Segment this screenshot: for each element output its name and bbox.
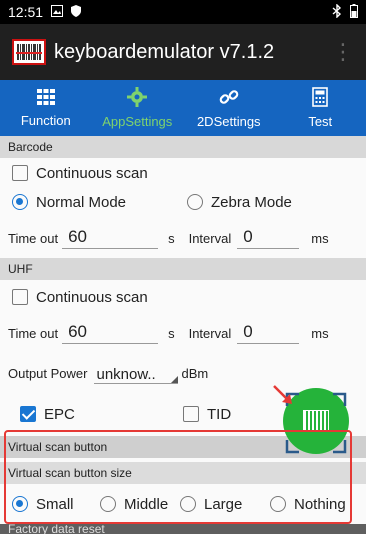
interval-label: Interval: [188, 325, 232, 341]
output-power-value: unknow..: [96, 366, 156, 383]
output-power-label: Output Power: [8, 365, 88, 381]
radio-label: Middle: [124, 495, 169, 513]
radio-label: Large: [204, 495, 243, 513]
radio-normal-mode[interactable]: Normal Mode: [12, 194, 187, 211]
radio-zebra-mode[interactable]: Zebra Mode: [187, 194, 292, 211]
tab-test[interactable]: Test: [275, 80, 366, 136]
tab-function[interactable]: Function: [0, 80, 92, 136]
checkbox[interactable]: [12, 165, 28, 181]
tab-label: Test: [308, 114, 333, 129]
timeout-label: Time out: [8, 230, 59, 246]
tid-option[interactable]: TID: [183, 406, 231, 423]
interval-unit: ms: [311, 325, 329, 341]
checkbox[interactable]: [12, 289, 28, 305]
barcode-logo-icon: [12, 39, 46, 65]
barcode-timing-row: Time out 60 s Interval 0 ms: [0, 226, 366, 250]
output-power-spinner[interactable]: unknow..: [93, 362, 178, 384]
radio-button[interactable]: [180, 496, 196, 512]
radio-button[interactable]: [270, 496, 286, 512]
battery-icon: [350, 3, 358, 21]
link-icon: [219, 87, 239, 112]
overflow-menu-icon[interactable]: ⋮: [332, 41, 354, 63]
status-right: [332, 2, 358, 21]
checkbox-label: Continuous scan: [36, 288, 148, 306]
timeout-input[interactable]: 60: [62, 227, 159, 249]
tab-label: Function: [20, 113, 71, 128]
status-time: 12:51: [8, 4, 44, 20]
output-power-unit: dBm: [181, 365, 209, 381]
timeout-unit: s: [168, 230, 175, 246]
section-header-factory-reset: Factory data reset: [0, 524, 366, 534]
radio-size-large[interactable]: Large: [180, 496, 270, 513]
annotation-arrow-icon: [273, 385, 292, 404]
bluetooth-icon: [332, 2, 342, 21]
radio-button[interactable]: [100, 496, 116, 512]
section-header-uhf: UHF: [0, 258, 366, 280]
checkbox-label: TID: [207, 405, 232, 423]
output-power-row: Output Power unknow.. dBm: [0, 361, 366, 385]
checkbox-label: Continuous scan: [36, 164, 148, 182]
tab-label: 2DSettings: [196, 114, 261, 129]
section-header-virtual-scan-size: Virtual scan button size: [0, 462, 366, 484]
radio-button[interactable]: [12, 194, 28, 210]
screen: 12:51 keyboardemulator v7.1.2 ⋮ Function…: [0, 0, 366, 534]
timeout-unit: s: [168, 325, 175, 341]
tab-bar: Function AppSettings 2DSettings Test: [0, 80, 366, 136]
checkbox[interactable]: [183, 406, 199, 422]
section-header-barcode: Barcode: [0, 136, 366, 158]
interval-label: Interval: [188, 230, 232, 246]
radio-label: Nothing: [294, 495, 346, 513]
timeout-label: Time out: [8, 325, 59, 341]
tab-2dsettings[interactable]: 2DSettings: [183, 80, 275, 136]
gear-icon: [127, 87, 148, 112]
barcode-mode-group: Normal Mode Zebra Mode: [0, 191, 366, 213]
interval-input[interactable]: 0: [237, 322, 300, 344]
checkbox[interactable]: [20, 406, 36, 422]
app-bar: keyboardemulator v7.1.2 ⋮: [0, 24, 366, 80]
radio-size-middle[interactable]: Middle: [100, 496, 180, 513]
app-title: keyboardemulator v7.1.2: [54, 40, 275, 63]
interval-input[interactable]: 0: [237, 227, 300, 249]
status-bar: 12:51: [0, 0, 366, 24]
radio-label: Zebra Mode: [211, 193, 292, 211]
checkbox-label: EPC: [44, 405, 75, 423]
image-icon: [51, 4, 64, 20]
tab-label: AppSettings: [102, 114, 173, 129]
barcode-continuous-scan[interactable]: Continuous scan: [0, 162, 366, 184]
radio-size-small[interactable]: Small: [12, 496, 100, 513]
virtual-scan-size-group: Small Middle Large Nothing: [0, 492, 366, 516]
radio-button[interactable]: [12, 496, 28, 512]
scan-frame-icon: [285, 392, 347, 454]
epc-option[interactable]: EPC: [20, 406, 75, 423]
radio-label: Small: [36, 495, 74, 513]
dropdown-arrow-icon: [170, 376, 178, 383]
timeout-input[interactable]: 60: [62, 322, 159, 344]
uhf-continuous-scan[interactable]: Continuous scan: [0, 286, 366, 308]
grid-icon: [36, 88, 56, 111]
calculator-icon: [312, 87, 329, 112]
shield-icon: [71, 4, 82, 20]
uhf-timing-row: Time out 60 s Interval 0 ms: [0, 321, 366, 345]
tab-appsettings[interactable]: AppSettings: [92, 80, 184, 136]
radio-size-nothing[interactable]: Nothing: [270, 496, 346, 513]
interval-unit: ms: [311, 230, 329, 246]
radio-button[interactable]: [187, 194, 203, 210]
radio-label: Normal Mode: [36, 193, 127, 211]
